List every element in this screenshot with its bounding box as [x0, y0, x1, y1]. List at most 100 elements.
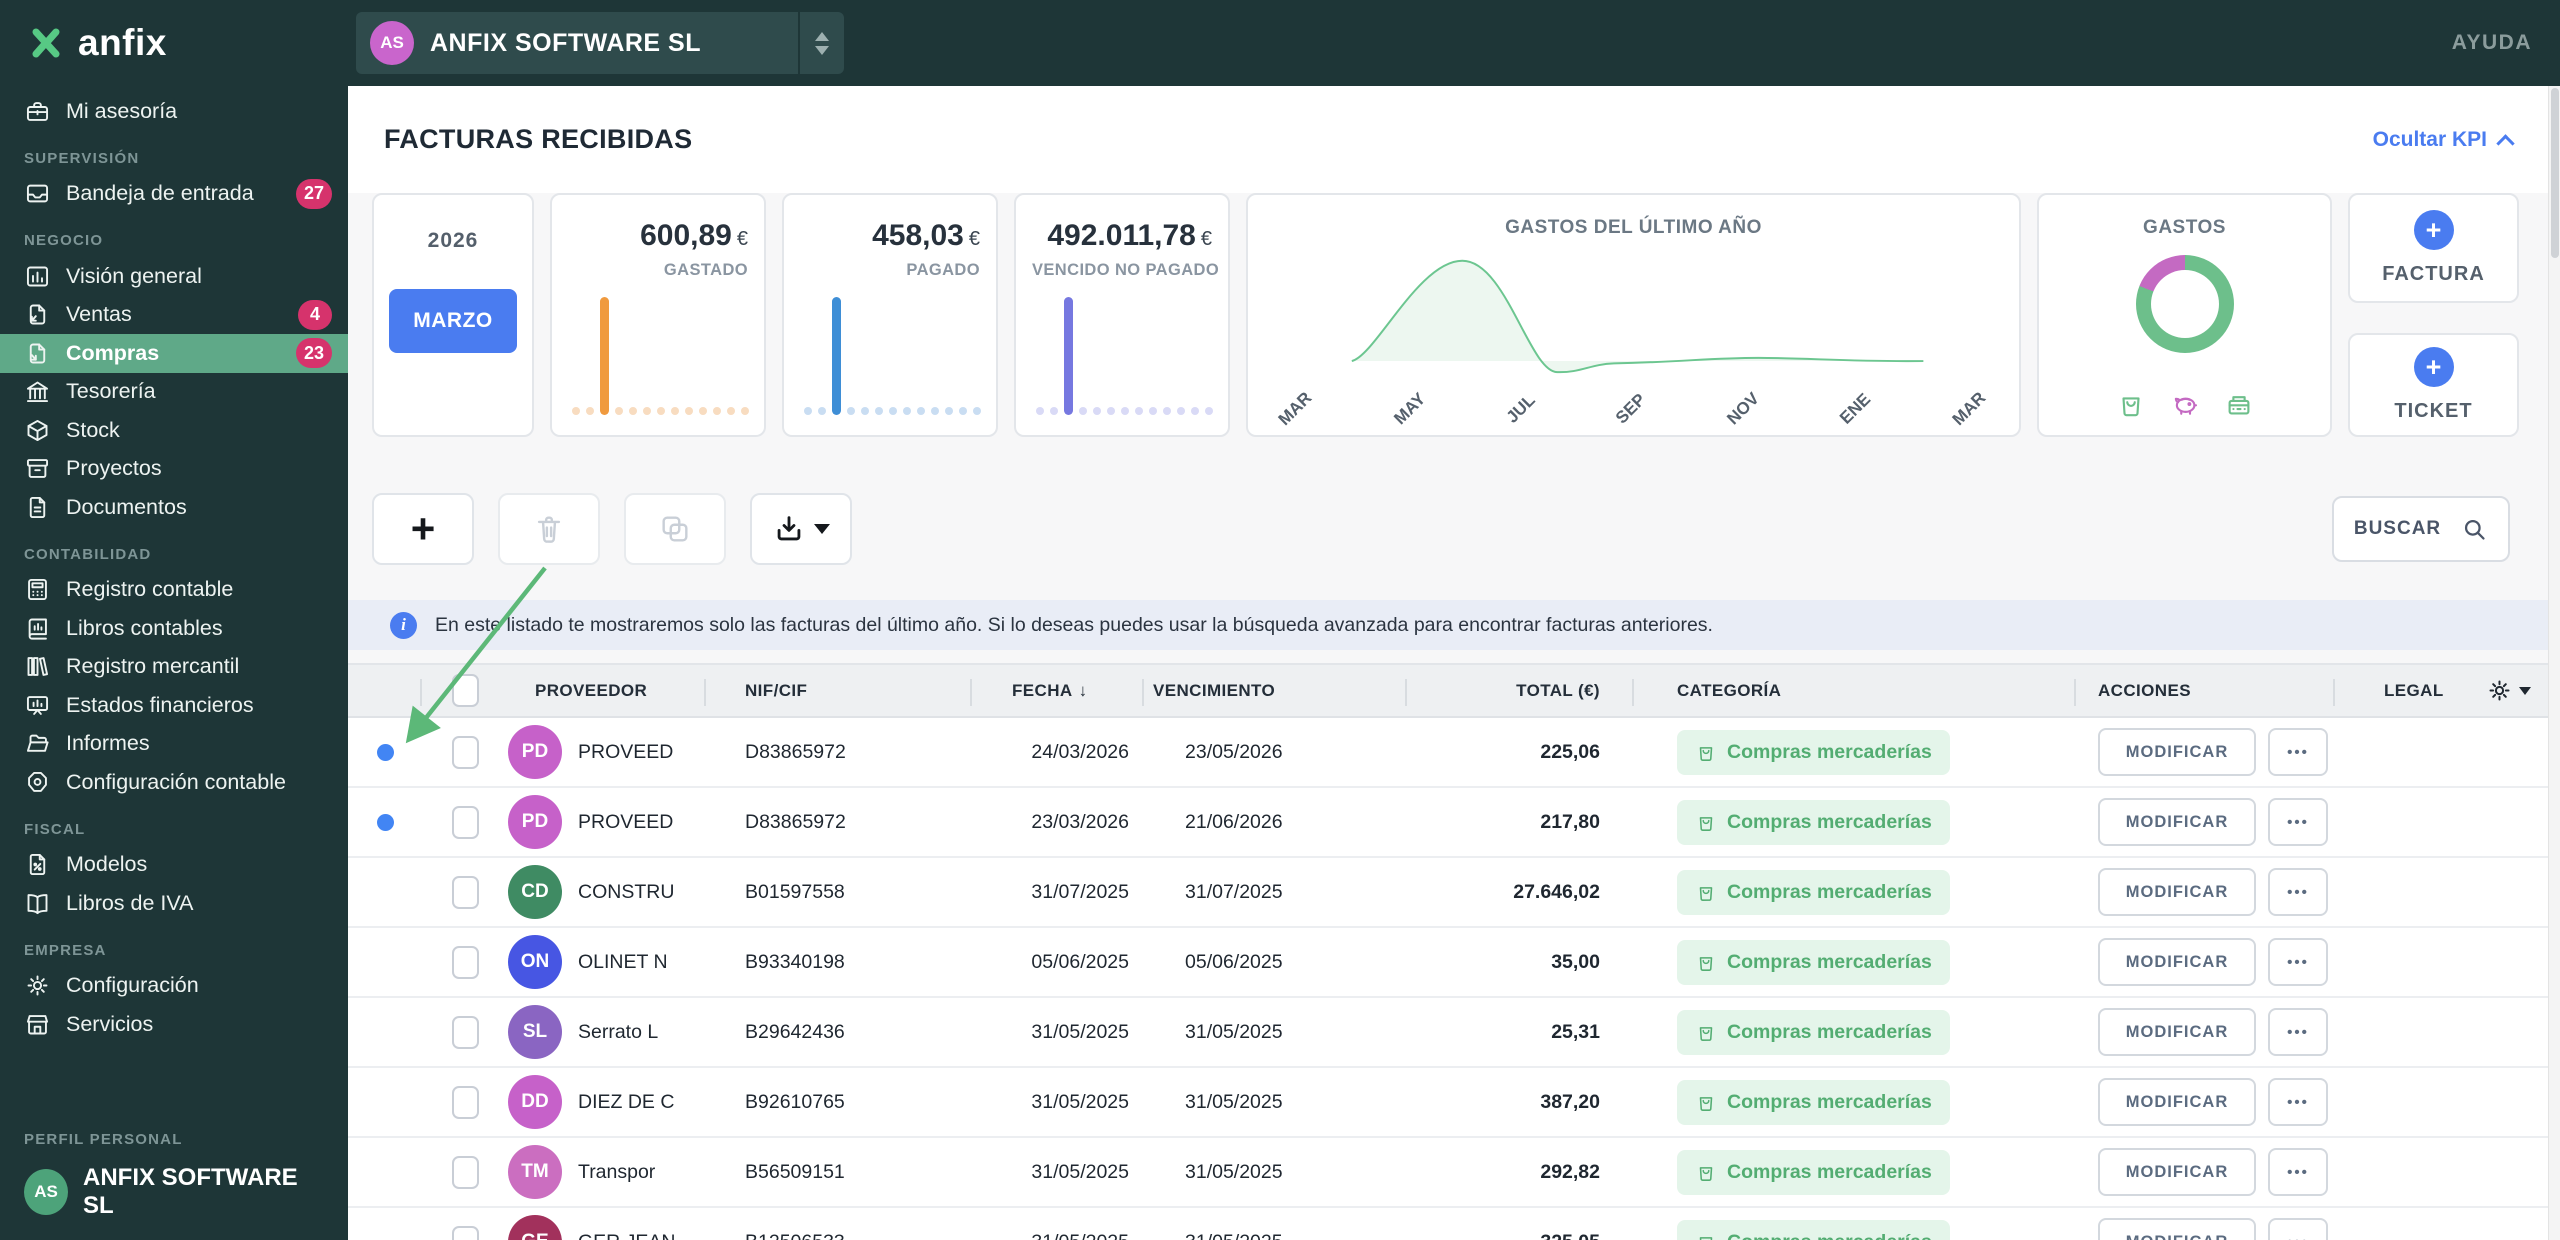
add-invoice-button[interactable]: + — [372, 493, 474, 565]
table-row[interactable]: DD DIEZ DE C B92610765 31/05/2025 31/05/2025… — [348, 1068, 2548, 1138]
new-ticket-button[interactable]: + TICKET — [2348, 333, 2519, 437]
table-row[interactable]: TM Transpor B56509151 31/05/2025 31/05/2025 2… — [348, 1138, 2548, 1208]
notification-badge: 27 — [295, 178, 332, 209]
sidebar-item-compras[interactable]: Compras 23 — [0, 334, 348, 373]
stepper-up-icon[interactable] — [815, 31, 829, 41]
row-menu-button[interactable]: ••• — [2268, 938, 2328, 986]
sidebar-item-documentos[interactable]: Documentos — [0, 488, 348, 527]
scrollbar-thumb[interactable] — [2551, 88, 2559, 258]
category-chip[interactable]: Compras mercaderías — [1677, 1079, 1950, 1125]
table-row[interactable]: SL Serrato L B29642436 31/05/2025 31/05/2025… — [348, 998, 2548, 1068]
sidebar-item-tesorer-a[interactable]: Tesorería — [0, 373, 348, 412]
category-chip[interactable]: Compras mercaderías — [1677, 869, 1950, 915]
vencimiento-cell: 31/05/2025 — [1185, 1020, 1283, 1043]
category-chip[interactable]: Compras mercaderías — [1677, 1219, 1950, 1240]
header-fecha[interactable]: FECHA ↓ — [998, 681, 1138, 701]
category-chip[interactable]: Compras mercaderías — [1677, 729, 1950, 775]
octagon-gear-icon — [24, 769, 51, 796]
header-vencimiento: VENCIMIENTO — [1153, 680, 1276, 700]
row-menu-button[interactable]: ••• — [2268, 728, 2328, 776]
company-selector-main[interactable]: AS ANFIX SOFTWARE SL — [356, 12, 798, 74]
spark-dot — [889, 407, 897, 415]
table-row[interactable]: PD PROVEED D83865972 23/03/2026 21/06/2026 21… — [348, 788, 2548, 858]
category-label: Compras mercaderías — [1727, 880, 1932, 903]
select-all-checkbox[interactable] — [451, 674, 479, 707]
modify-button[interactable]: MODIFICAR — [2098, 728, 2256, 776]
sidebar-item-registro-contable[interactable]: Registro contable — [0, 571, 348, 610]
category-chip[interactable]: Compras mercaderías — [1677, 799, 1950, 845]
help-link[interactable]: AYUDA — [2452, 31, 2532, 55]
table-row[interactable]: GEGER JEANB1250653331/05/202531/05/20253… — [348, 1208, 2548, 1240]
modify-button[interactable]: MODIFICAR — [2098, 798, 2256, 846]
category-label: Compras mercaderías — [1727, 1090, 1932, 1113]
category-chip[interactable]: Compras mercaderías — [1677, 1009, 1950, 1055]
duplicate-button[interactable] — [624, 493, 726, 565]
brand-logo[interactable]: anfix — [0, 21, 348, 65]
sidebar-item-registro-mercantil[interactable]: Registro mercantil — [0, 648, 348, 687]
sidebar-item-bandeja-de-entrada[interactable]: Bandeja de entrada 27 — [0, 175, 348, 214]
row-checkbox[interactable] — [451, 1085, 479, 1119]
company-selector-stepper[interactable] — [798, 12, 844, 74]
sidebar-item-libros-contables[interactable]: Libros contables — [0, 609, 348, 648]
vencimiento-cell: 31/05/2025 — [1138, 1231, 1348, 1240]
sidebar-item-stock[interactable]: Stock — [0, 411, 348, 450]
row-checkbox[interactable] — [451, 1155, 479, 1189]
new-invoice-button[interactable]: + FACTURA — [2348, 193, 2519, 303]
category-cell: Compras mercaderías — [1600, 939, 2048, 985]
row-menu-button[interactable]: ••• — [2268, 1008, 2328, 1056]
modify-button[interactable]: MODIFICAR — [2098, 1148, 2256, 1196]
sidebar-item-ventas[interactable]: Ventas 4 — [0, 296, 348, 335]
table-toolbar: + BUSCAR — [348, 493, 2548, 565]
row-checkbox[interactable] — [451, 1015, 479, 1049]
spark-dot — [804, 407, 812, 415]
sidebar-item-configuraci-n-contable[interactable]: Configuración contable — [0, 763, 348, 802]
row-menu-button[interactable]: ••• — [2268, 1078, 2328, 1126]
modify-button[interactable]: MODIFICAR — [2098, 1008, 2256, 1056]
download-button[interactable] — [750, 493, 852, 565]
row-checkbox[interactable] — [451, 735, 479, 769]
checkbox-cell — [422, 805, 508, 839]
profile-button[interactable]: AS ANFIX SOFTWARE SL — [24, 1164, 324, 1220]
row-checkbox[interactable] — [451, 805, 479, 839]
modify-button[interactable]: MODIFICAR — [2098, 868, 2256, 916]
modify-button[interactable]: MODIFICAR — [2098, 1218, 2256, 1240]
kpi-value: 492.011,78 € — [1047, 219, 1212, 252]
modify-button[interactable]: MODIFICAR — [2098, 1078, 2256, 1126]
category-chip[interactable]: Compras mercaderías — [1677, 939, 1950, 985]
sidebar-item-configuraci-n[interactable]: Configuración — [0, 967, 348, 1006]
search-button[interactable]: BUSCAR — [2332, 496, 2510, 562]
sidebar-item-mi-asesor-a[interactable]: Mi asesoría — [0, 92, 348, 131]
sidebar-item-servicios[interactable]: Servicios — [0, 1005, 348, 1044]
row-menu-button[interactable]: ••• — [2268, 798, 2328, 846]
row-menu-button[interactable]: ••• — [2268, 868, 2328, 916]
column-settings-button[interactable] — [2486, 677, 2531, 704]
stepper-down-icon[interactable] — [815, 45, 829, 55]
row-checkbox[interactable] — [451, 945, 479, 979]
category-chip[interactable]: Compras mercaderías — [1677, 1149, 1950, 1195]
delete-button[interactable] — [498, 493, 600, 565]
vertical-scrollbar[interactable] — [2548, 86, 2560, 1240]
sidebar-item-modelos[interactable]: Modelos — [0, 846, 348, 885]
company-selector[interactable]: AS ANFIX SOFTWARE SL — [356, 12, 844, 74]
sidebar-item-visi-n-general[interactable]: Visión general — [0, 257, 348, 296]
table-row[interactable]: PD PROVEED D83865972 24/03/2026 23/05/2026 22… — [348, 718, 2548, 788]
toggle-kpi-link[interactable]: Ocultar KPI — [2373, 128, 2515, 153]
sidebar-item-estados-financieros[interactable]: Estados financieros — [0, 686, 348, 725]
row-checkbox[interactable] — [451, 1225, 479, 1240]
row-checkbox[interactable] — [451, 875, 479, 909]
kpi-label: PAGADO — [906, 261, 980, 279]
sidebar-item-proyectos[interactable]: Proyectos — [0, 450, 348, 489]
table-row[interactable]: CD CONSTRU B01597558 31/07/2025 31/07/2025 27… — [348, 858, 2548, 928]
row-menu-button[interactable]: ••• — [2268, 1218, 2328, 1240]
modify-button[interactable]: MODIFICAR — [2098, 938, 2256, 986]
category-cell: Compras mercaderías — [1600, 729, 2048, 775]
row-menu-button[interactable]: ••• — [2268, 1148, 2328, 1196]
table-row[interactable]: ON OLINET N B93340198 05/06/2025 05/06/2025 3… — [348, 928, 2548, 998]
chart-x-axis: MAR MAY JUL SEP NOV ENE MAR — [1275, 388, 1990, 429]
month-button[interactable]: MARZO — [389, 289, 517, 353]
sidebar-item-libros-de-iva[interactable]: Libros de IVA — [0, 884, 348, 923]
spark-dot — [699, 407, 707, 415]
actions-cell: MODIFICAR••• — [2048, 1148, 2338, 1196]
total-cell: 292,82 — [1540, 1160, 1600, 1183]
sidebar-item-informes[interactable]: Informes — [0, 725, 348, 764]
